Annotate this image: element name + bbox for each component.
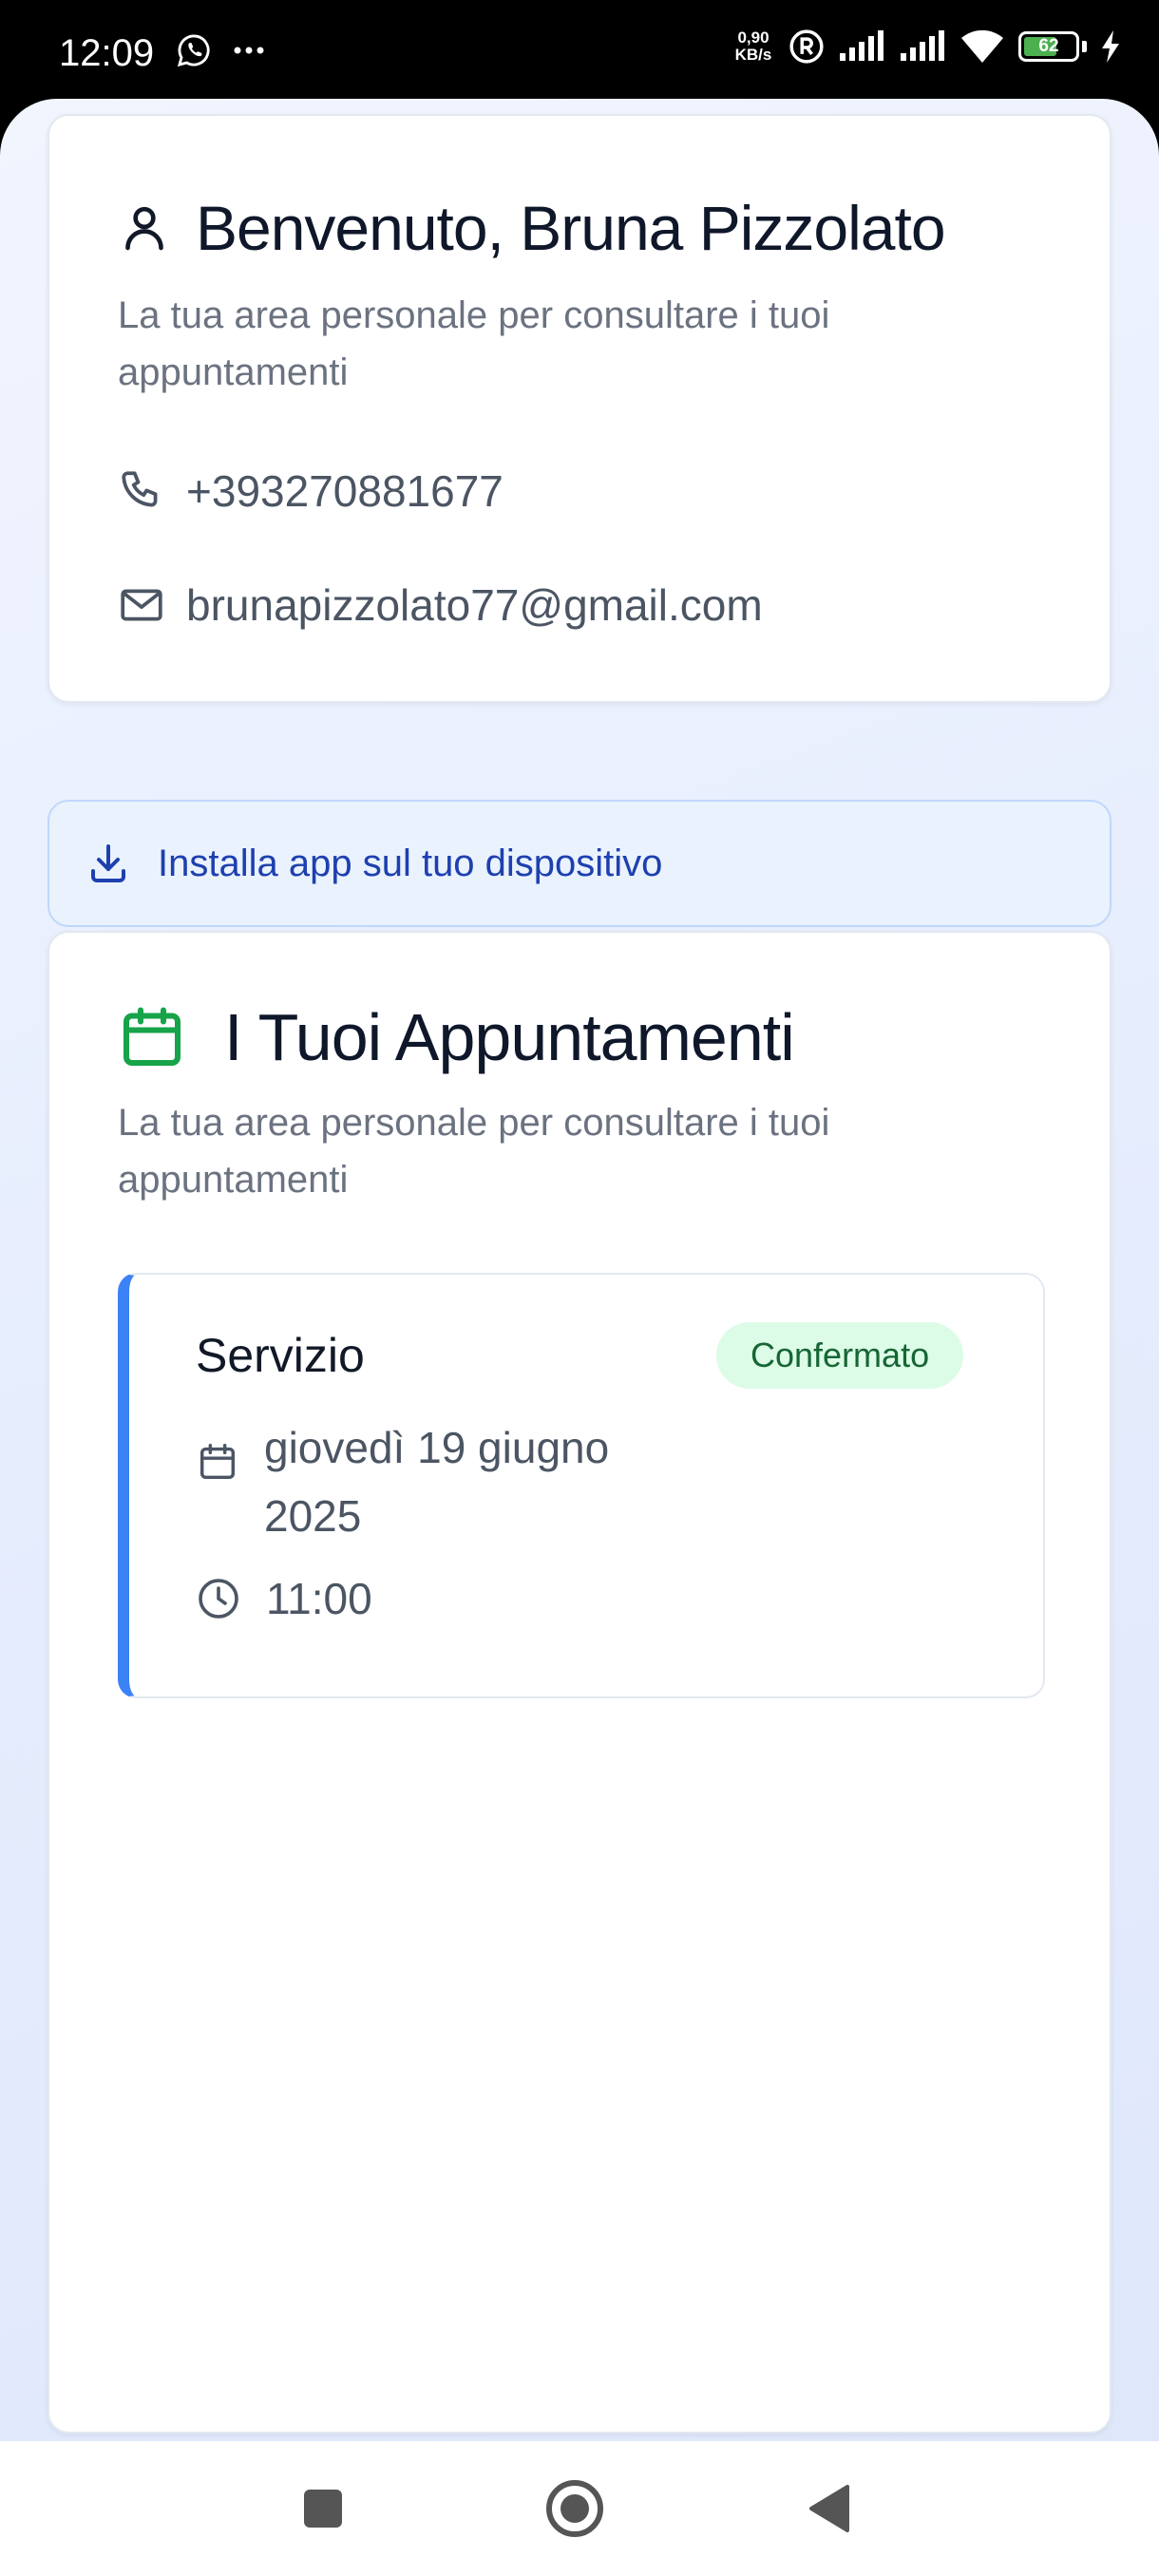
welcome-title: Benvenuto, Bruna Pizzolato <box>196 193 946 263</box>
download-icon <box>91 844 125 882</box>
install-app-label: Installa app sul tuo dispositivo <box>158 842 663 884</box>
email-row: brunapizzolato77@gmail.com <box>118 579 763 631</box>
user-icon <box>125 206 163 251</box>
mail-icon <box>121 589 162 621</box>
appointment-time-row: 11:00 <box>196 1573 372 1624</box>
back-icon <box>809 2485 849 2532</box>
whatsapp-icon <box>177 34 210 67</box>
home-icon <box>546 2480 603 2537</box>
phone-row: +393270881677 <box>118 465 504 517</box>
status-system-icons: 0,90 KB/s 62 <box>732 28 1121 65</box>
status-time: 12:09 <box>59 32 155 74</box>
network-speed-value: 0,90 <box>737 28 770 47</box>
wifi-icon <box>961 29 1003 63</box>
status-badge: Confermato <box>716 1322 964 1389</box>
battery-icon: 62 <box>1018 31 1079 62</box>
appointment-time: 11:00 <box>266 1574 372 1623</box>
phone-number: +393270881677 <box>186 466 504 516</box>
signal-icon <box>840 30 884 61</box>
registered-icon <box>789 29 824 64</box>
phone-icon <box>122 471 158 507</box>
welcome-card: Benvenuto, Bruna Pizzolato La tua area p… <box>48 114 1112 703</box>
appointment-item[interactable]: Servizio Confermato giovedì 19 giugno 20… <box>118 1273 1045 1698</box>
network-speed: 0,90 KB/s <box>732 29 775 64</box>
calendar-icon <box>124 1007 180 1066</box>
navigation-bar <box>0 2441 1159 2576</box>
battery-tip <box>1082 41 1087 52</box>
welcome-header: Benvenuto, Bruna Pizzolato <box>118 192 946 264</box>
app-viewport[interactable]: Benvenuto, Bruna Pizzolato La tua area p… <box>0 99 1159 2441</box>
appointments-card: I Tuoi Appuntamenti La tua area personal… <box>48 931 1112 2434</box>
signal-icon <box>901 30 944 61</box>
status-bar: 12:09 0,90 KB/s 62 <box>0 0 1159 104</box>
calendar-small-icon <box>200 1444 236 1480</box>
recent-apps-button[interactable] <box>256 2441 390 2576</box>
home-button[interactable] <box>508 2441 641 2576</box>
charging-bolt-icon <box>1102 30 1119 63</box>
appointments-title: I Tuoi Appuntamenti <box>224 1000 795 1074</box>
appointment-date: giovedì 19 giugno 2025 <box>264 1423 610 1541</box>
appointment-service: Servizio <box>196 1329 365 1382</box>
welcome-subtitle: La tua area personale per consultare i t… <box>118 294 830 393</box>
recent-apps-icon <box>304 2490 342 2528</box>
status-notification-icons <box>176 32 265 68</box>
email-address: brunapizzolato77@gmail.com <box>186 580 763 630</box>
appointment-date-row: giovedì 19 giugno 2025 <box>196 1413 663 1550</box>
network-speed-unit: KB/s <box>734 46 772 64</box>
back-button[interactable] <box>763 2441 896 2576</box>
appointments-header: I Tuoi Appuntamenti <box>118 999 795 1075</box>
install-app-button[interactable]: Installa app sul tuo dispositivo <box>48 800 1112 927</box>
more-dots-icon <box>234 47 264 54</box>
clock-icon <box>199 1579 238 1619</box>
battery-level: 62 <box>1038 36 1059 56</box>
appointments-subtitle: La tua area personale per consultare i t… <box>118 1102 830 1201</box>
